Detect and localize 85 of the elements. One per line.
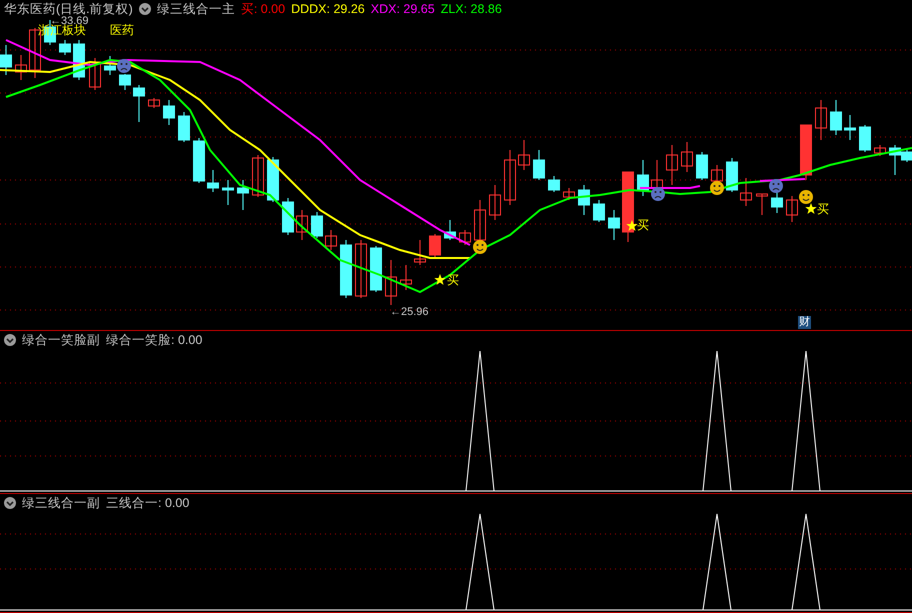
candlestick: [504, 150, 516, 206]
candlestick: [237, 180, 249, 210]
candlestick: [59, 40, 71, 56]
candlestick: [830, 100, 842, 136]
buy-signal-label: 买: [637, 219, 649, 231]
candlestick: [622, 172, 634, 242]
candlestick: [385, 260, 397, 306]
smiley-face-icon: [473, 240, 487, 254]
candlestick: [325, 230, 337, 250]
candlestick: [414, 240, 426, 266]
sad-face-icon: [769, 179, 783, 193]
candlestick: [89, 58, 101, 90]
star-icon: [626, 220, 638, 231]
dropdown-icon[interactable]: [4, 334, 16, 346]
candlestick: [340, 240, 352, 298]
candlestick: [222, 180, 234, 206]
stock-title: 华东医药(日线.前复权): [4, 0, 133, 16]
candlestick: [771, 192, 783, 214]
candlestick: [563, 188, 575, 200]
candlestick: [874, 144, 886, 156]
smiley-face-icon: [710, 181, 724, 195]
candlestick: [104, 56, 116, 76]
sad-face-icon: [117, 59, 131, 73]
candlestick: [756, 194, 768, 216]
candlestick: [696, 152, 708, 180]
candlestick: [370, 246, 382, 292]
candlestick: [207, 170, 219, 192]
candlestick: [533, 150, 545, 180]
candlestick: [400, 264, 412, 290]
price-label: ←25.96: [390, 307, 429, 318]
candlestick: [282, 198, 294, 236]
indicator-value: DDDX: 29.26: [291, 2, 365, 16]
candlestick: [15, 54, 27, 80]
indicator-value: ZLX: 28.86: [440, 2, 502, 16]
candlestick: [786, 196, 798, 222]
candlestick: [548, 176, 560, 192]
candlestick: [267, 156, 279, 202]
candlestick: [726, 158, 738, 192]
star-icon: [805, 203, 817, 214]
smiley-face-icon: [799, 190, 813, 204]
panel-readout: 绿合一笑脸: 0.00: [106, 332, 202, 348]
candlestick: [311, 212, 323, 238]
candlestick: [0, 44, 12, 76]
indicator-value: XDX: 29.65: [370, 2, 435, 16]
candlestick: [844, 114, 856, 140]
candlestick: [444, 220, 456, 240]
short-average-line: [640, 185, 700, 189]
finance-badge[interactable]: 财: [798, 316, 811, 329]
candlestick: [681, 142, 693, 172]
candlestick: [518, 140, 530, 170]
candlestick: [178, 112, 190, 142]
indicator-value: 买: 0.00: [240, 0, 286, 18]
buy-signal-label: 买: [817, 203, 829, 215]
candlestick: [815, 100, 827, 140]
candlestick: [429, 234, 441, 258]
dropdown-icon[interactable]: [4, 497, 16, 509]
candlestick: [859, 124, 871, 152]
candlestick: [163, 100, 175, 126]
candlestick: [578, 184, 590, 216]
candlestick: [800, 124, 812, 180]
candlestick: [296, 210, 308, 240]
candlestick: [252, 154, 264, 198]
panel-title: 绿三线合一副: [22, 494, 100, 512]
candlestick: [459, 230, 471, 246]
sad-face-icon: [651, 187, 665, 201]
candlestick: [637, 160, 649, 196]
candlestick: [608, 210, 620, 240]
candlestick: [666, 144, 678, 186]
candlestick: [133, 84, 145, 122]
candlestick: [593, 200, 605, 222]
star-icon: [434, 274, 446, 285]
candlestick: [355, 240, 367, 298]
panel-readout: 三线合一: 0.00: [106, 494, 190, 512]
candlestick: [119, 74, 131, 90]
buy-signal-label: 买: [447, 274, 459, 286]
candlestick: [148, 98, 160, 108]
sector-label: 医药: [110, 24, 134, 36]
indicator-name: 绿三线合一主: [156, 0, 235, 18]
candlestick: [489, 184, 501, 220]
candlestick: [740, 178, 752, 206]
short-average-line: [760, 178, 806, 182]
dropdown-icon[interactable]: [138, 3, 151, 15]
sector-label: 浙江板块: [38, 24, 86, 36]
panel-title: 绿合一笑脸副: [22, 332, 100, 348]
candlestick: [193, 138, 205, 184]
